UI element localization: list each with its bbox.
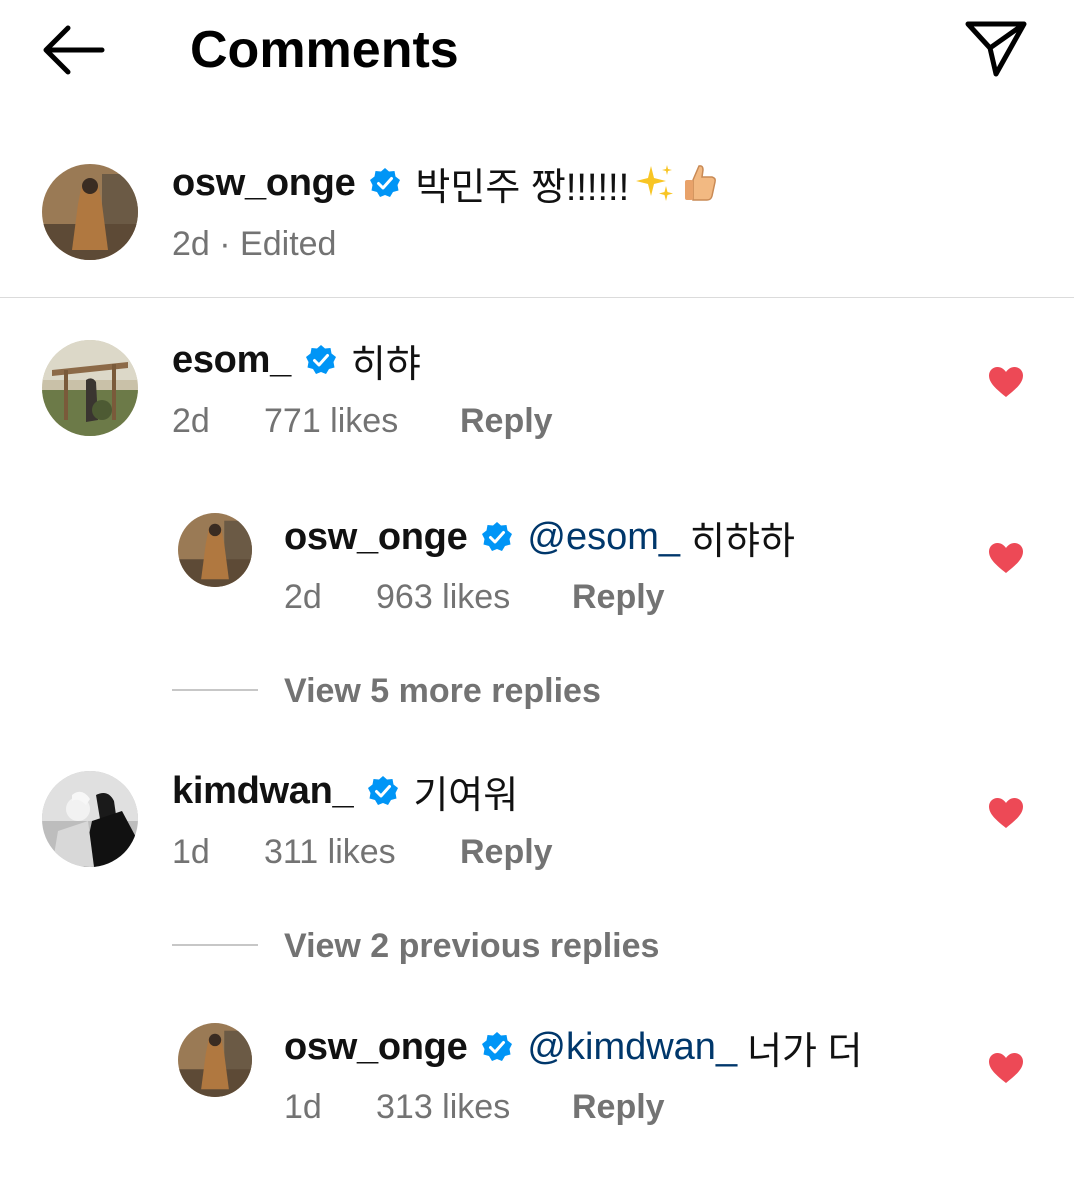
username[interactable]: osw_onge <box>284 516 468 559</box>
timestamp: 1d <box>284 1087 322 1126</box>
reply-line: osw_onge @kimdwan_ 너가 더 <box>284 1024 863 1073</box>
edited-label: · Edited <box>219 224 337 263</box>
thread-line <box>172 689 258 691</box>
likes-count[interactable]: 311 likes <box>264 833 460 872</box>
divider <box>0 297 1074 298</box>
reply-line: osw_onge @esom_ 히햐하 <box>284 514 795 563</box>
avatar[interactable] <box>42 340 138 436</box>
avatar-image <box>42 164 138 260</box>
comment-text: 히햐 <box>350 343 421 386</box>
caption-meta: 2d · Edited <box>172 224 336 264</box>
arrow-left-icon <box>43 25 105 75</box>
reply-button[interactable]: Reply <box>572 1088 665 1127</box>
username[interactable]: osw_onge <box>172 162 356 205</box>
view-previous-replies[interactable]: View 2 previous replies <box>284 927 659 966</box>
reply-button[interactable]: Reply <box>572 578 665 617</box>
reply-meta: 2d 963 likes Reply <box>284 577 665 617</box>
caption-line: osw_onge 박민주 짱!!!!!! <box>172 160 721 209</box>
comment-text: 히햐하 <box>690 520 795 563</box>
timestamp: 2d <box>172 224 210 263</box>
heart-icon[interactable] <box>988 797 1024 829</box>
verified-badge-icon <box>305 345 336 374</box>
verified-badge-icon <box>482 1032 513 1061</box>
timestamp: 2d <box>172 401 210 440</box>
username[interactable]: kimdwan_ <box>172 770 354 813</box>
heart-icon[interactable] <box>988 542 1024 574</box>
verified-badge-icon <box>482 522 513 551</box>
comment-meta: 2d 771 likes Reply <box>172 401 553 441</box>
username[interactable]: esom_ <box>172 339 291 382</box>
avatar[interactable] <box>42 771 138 867</box>
reply-meta: 1d 313 likes Reply <box>284 1087 665 1127</box>
likes-count[interactable]: 771 likes <box>264 402 460 441</box>
sparkles-icon <box>636 165 674 201</box>
timestamp: 2d <box>284 577 322 616</box>
comment-meta: 1d 311 likes Reply <box>172 832 553 872</box>
avatar-image <box>178 1023 252 1097</box>
heart-icon[interactable] <box>988 366 1024 398</box>
avatar[interactable] <box>42 164 138 260</box>
comment-line: kimdwan_ 기여워 <box>172 768 518 817</box>
paper-plane-icon <box>965 21 1027 77</box>
likes-count[interactable]: 963 likes <box>376 578 572 617</box>
avatar-image <box>42 771 138 867</box>
avatar[interactable] <box>178 1023 252 1097</box>
thread-line <box>172 944 258 946</box>
username[interactable]: osw_onge <box>284 1026 468 1069</box>
avatar-image <box>178 513 252 587</box>
view-more-replies[interactable]: View 5 more replies <box>284 672 601 711</box>
page-title: Comments <box>190 21 459 79</box>
comment-text: 박민주 짱!!!!!! <box>415 166 630 209</box>
comment-line: esom_ 히햐 <box>172 337 421 386</box>
thumbs-up-icon <box>685 165 717 201</box>
mention-link[interactable]: @kimdwan_ <box>527 1026 737 1069</box>
verified-badge-icon <box>368 776 399 805</box>
likes-count[interactable]: 313 likes <box>376 1088 572 1127</box>
avatar-image <box>42 340 138 436</box>
reply-button[interactable]: Reply <box>460 402 553 441</box>
share-button[interactable] <box>962 18 1030 80</box>
comment-text: 너가 더 <box>747 1030 863 1073</box>
reply-button[interactable]: Reply <box>460 833 553 872</box>
mention-link[interactable]: @esom_ <box>527 516 680 559</box>
avatar[interactable] <box>178 513 252 587</box>
back-button[interactable] <box>40 22 106 78</box>
verified-badge-icon <box>370 168 401 197</box>
heart-icon[interactable] <box>988 1052 1024 1084</box>
timestamp: 1d <box>172 832 210 871</box>
comment-text: 기여워 <box>413 774 519 817</box>
